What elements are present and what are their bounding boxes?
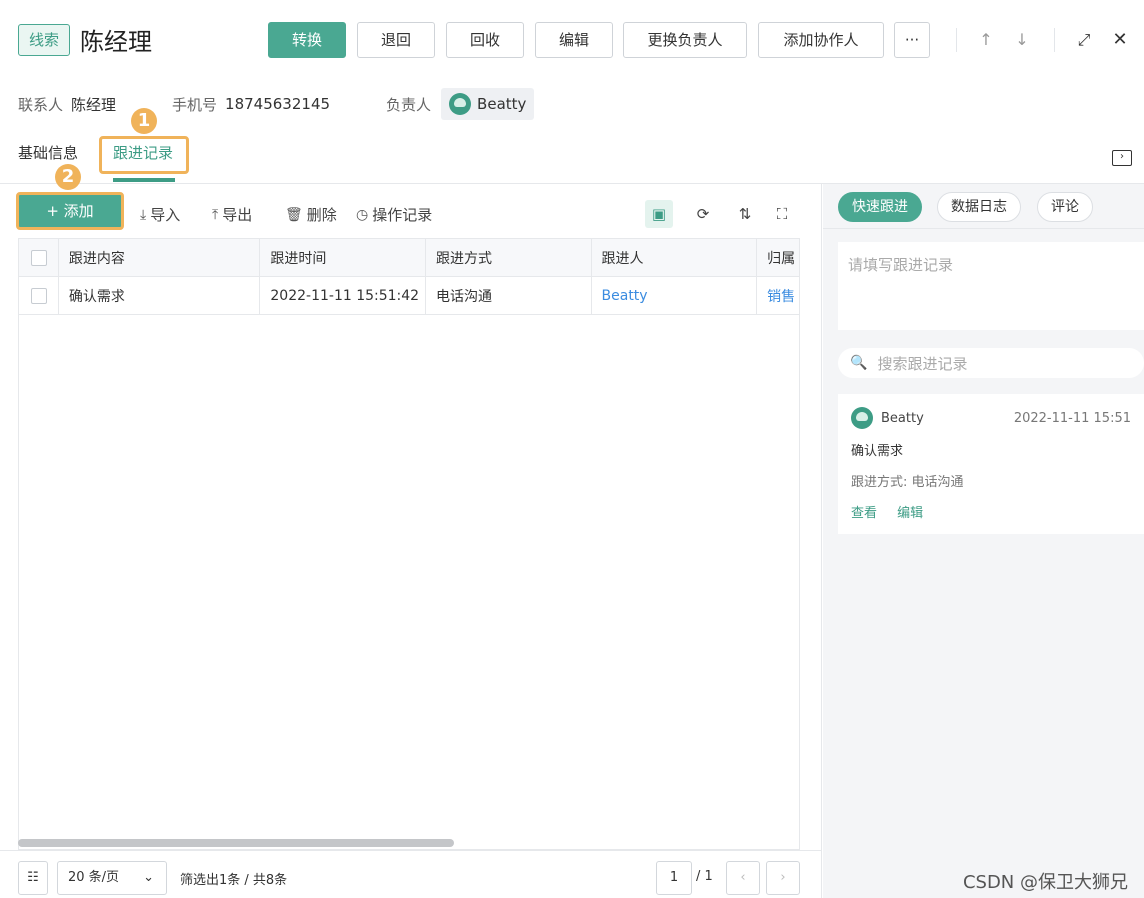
row-checkbox[interactable] — [31, 287, 47, 304]
annotation-badge-1: 1 — [131, 108, 157, 134]
clock-icon: ◷ — [356, 206, 369, 223]
avatar — [851, 407, 873, 429]
close-icon[interactable]: ✕ — [1106, 26, 1134, 54]
next-page-button[interactable]: › — [766, 861, 800, 895]
owner-value: Beatty — [477, 95, 527, 113]
page-title: 陈经理 — [80, 28, 152, 56]
expand-icon[interactable]: ⤢ — [1070, 26, 1098, 54]
record-user: Beatty — [851, 407, 924, 429]
search-icon: 🔍 — [850, 355, 868, 371]
owner-chip[interactable]: Beatty — [441, 88, 535, 120]
header-divider — [1054, 28, 1055, 52]
page-number-input[interactable]: 1 — [656, 861, 692, 895]
prev-page-button[interactable]: ‹ — [726, 861, 760, 895]
filter-summary: 筛选出1条 / 共8条 — [180, 873, 288, 888]
owner-label: 负责人 — [386, 95, 432, 114]
import-button[interactable]: ⤓ 导入 — [140, 204, 180, 225]
followup-list-panel: + 添加 ⤓ 导入 ⤒ 导出 🗑 删除 ◷ 操作记录 ▣ ⟳ ⇅ ⛶ 2 跟进内容 跟进… — [0, 164, 822, 898]
convert-button[interactable]: 转换 — [268, 22, 346, 58]
cell-time: 2022-11-11 15:51:42 — [260, 277, 426, 314]
phone-value: 18745632145 — [225, 95, 331, 113]
cell-person-link[interactable]: Beatty — [592, 277, 758, 314]
active-tab-indicator — [113, 178, 175, 182]
lead-info-row: 联系人 陈经理 手机号 18745632145 负责人 Beatty — [18, 88, 535, 120]
followup-table: 跟进内容 跟进时间 跟进方式 跟进人 归属 确认需求 2022-11-11 15… — [18, 238, 800, 850]
recycle-button[interactable]: 回收 — [446, 22, 524, 58]
page-size-value: 20 条/页 — [68, 870, 120, 885]
annotation-highlight-tab — [99, 136, 189, 174]
return-button[interactable]: 退回 — [357, 22, 435, 58]
contact-value: 陈经理 — [71, 95, 117, 114]
followup-record-card: Beatty 2022-11-11 15:51 确认需求 跟进方式: 电话沟通 … — [838, 394, 1144, 534]
table-header: 跟进内容 跟进时间 跟进方式 跟进人 归属 — [19, 239, 799, 277]
cell-content: 确认需求 — [59, 277, 261, 314]
pagination-footer: ☷ 20 条/页 ⌄ 筛选出1条 / 共8条 1 / 1 ‹ › — [0, 850, 822, 898]
detail-header: 线索 陈经理 转换 退回 回收 编辑 更换负责人 添加协作人 ··· ↑ ↓ ⤢… — [0, 0, 1144, 80]
arrow-up-icon[interactable]: ↑ — [972, 26, 1000, 54]
tab-comment[interactable]: 评论 — [1037, 192, 1093, 222]
more-button[interactable]: ··· — [894, 22, 930, 58]
column-header[interactable]: 跟进时间 — [260, 239, 426, 276]
record-header: Beatty 2022-11-11 15:51 — [851, 407, 1131, 429]
watermark-text: CSDN @保卫大狮兄 — [962, 872, 1128, 893]
header-divider — [956, 28, 957, 52]
cell-method: 电话沟通 — [426, 277, 592, 314]
avatar — [449, 93, 472, 115]
export-label: 导出 — [222, 206, 253, 224]
column-settings-icon[interactable]: ☷ — [18, 861, 48, 895]
annotation-badge-2: 2 — [55, 164, 81, 190]
row-checkbox-cell[interactable] — [19, 277, 59, 314]
operation-log-button[interactable]: ◷ 操作记录 — [356, 204, 432, 225]
collapse-panel-icon[interactable]: › — [1112, 150, 1132, 166]
view-link[interactable]: 查看 — [851, 506, 877, 521]
export-button[interactable]: ⤒ 导出 — [212, 204, 252, 225]
page-size-select[interactable]: 20 条/页 ⌄ — [57, 861, 167, 895]
select-all-cell[interactable] — [19, 239, 59, 276]
fullscreen-icon[interactable]: ⛶ — [768, 200, 796, 228]
panel-divider — [823, 228, 1144, 229]
delete-button[interactable]: 🗑 删除 — [285, 204, 337, 225]
tab-quick-followup[interactable]: 快速跟进 — [838, 192, 922, 222]
import-icon: ⤓ — [140, 206, 147, 223]
column-header[interactable]: 跟进内容 — [59, 239, 261, 276]
arrow-down-icon[interactable]: ↓ — [1008, 26, 1036, 54]
record-content: 确认需求 — [851, 444, 904, 459]
followup-side-panel: 快速跟进 数据日志 评论 请填写跟进记录 🔍 搜索跟进记录 Beatty 202… — [823, 184, 1144, 898]
contact-label: 联系人 — [18, 95, 64, 114]
sort-icon[interactable]: ⇅ — [731, 200, 759, 228]
edit-button[interactable]: 编辑 — [535, 22, 613, 58]
edit-link[interactable]: 编辑 — [897, 506, 923, 521]
column-header[interactable]: 跟进方式 — [426, 239, 592, 276]
phone-label: 手机号 — [172, 95, 218, 114]
trash-icon: 🗑 — [285, 206, 303, 223]
delete-label: 删除 — [306, 206, 337, 224]
column-header[interactable]: 跟进人 — [592, 239, 758, 276]
search-placeholder: 搜索跟进记录 — [877, 354, 968, 373]
record-time: 2022-11-11 15:51 — [1013, 410, 1131, 426]
record-user-name: Beatty — [881, 410, 924, 426]
column-header[interactable]: 归属 — [757, 239, 799, 276]
refresh-icon[interactable]: ⟳ — [689, 200, 717, 228]
horizontal-scrollbar[interactable] — [18, 839, 454, 847]
table-row[interactable]: 确认需求 2022-11-11 15:51:42 电话沟通 Beatty 销售 — [19, 277, 799, 315]
export-icon: ⤒ — [212, 206, 219, 223]
change-owner-button[interactable]: 更换负责人 — [623, 22, 747, 58]
followup-note-input[interactable]: 请填写跟进记录 — [838, 242, 1144, 330]
add-collaborator-button[interactable]: 添加协作人 — [758, 22, 884, 58]
card-view-icon[interactable]: ▣ — [645, 200, 673, 228]
cell-belong-link[interactable]: 销售 — [757, 277, 799, 314]
record-actions: 查看 编辑 — [851, 502, 1131, 521]
import-label: 导入 — [150, 206, 181, 224]
lead-tag: 线索 — [18, 24, 71, 56]
select-all-checkbox[interactable] — [31, 249, 47, 266]
log-label: 操作记录 — [372, 206, 433, 224]
tab-data-log[interactable]: 数据日志 — [937, 192, 1021, 222]
chevron-down-icon: ⌄ — [143, 870, 154, 885]
followup-search-input[interactable]: 🔍 搜索跟进记录 — [838, 348, 1144, 378]
annotation-highlight-add — [16, 192, 124, 230]
record-method: 跟进方式: 电话沟通 — [851, 475, 964, 490]
tab-basic-info[interactable]: 基础信息 — [18, 142, 78, 163]
total-pages: / 1 — [696, 869, 713, 884]
